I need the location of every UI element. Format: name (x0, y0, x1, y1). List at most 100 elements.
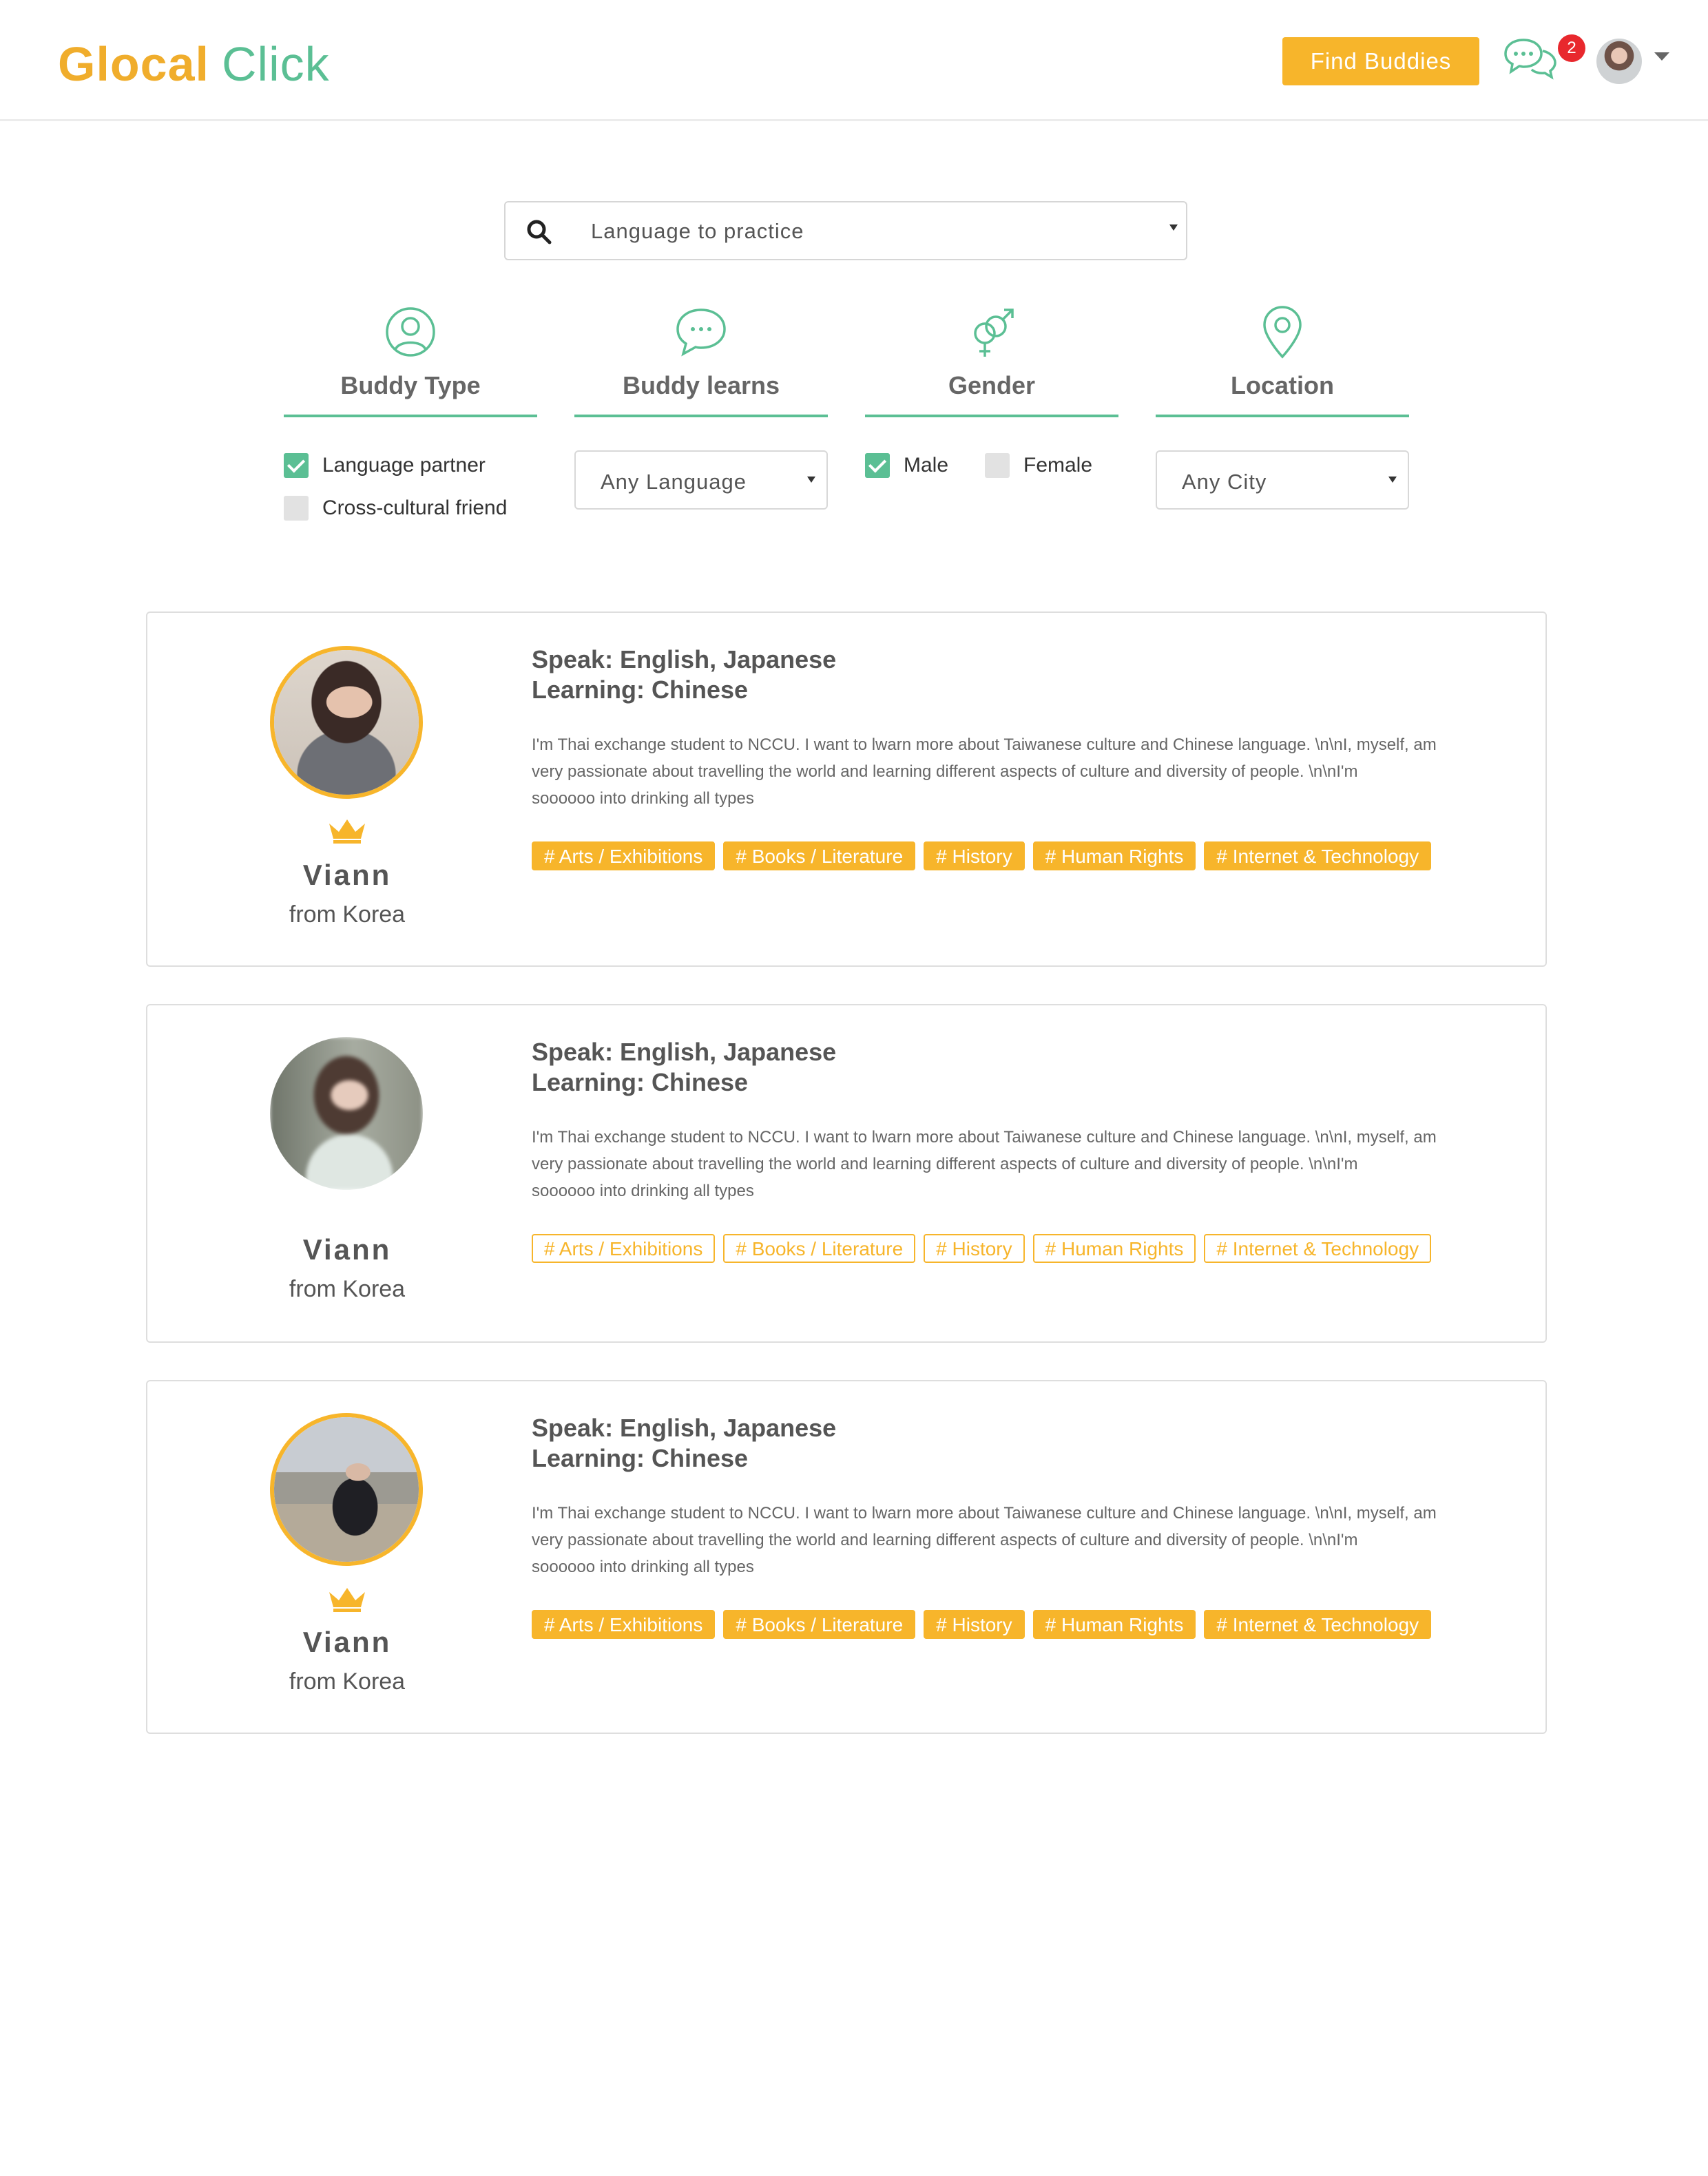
photo-image (274, 650, 419, 795)
buddy-origin: from Korea (289, 901, 406, 928)
crown-icon (329, 1588, 365, 1612)
filter-underline (284, 415, 537, 417)
location-select[interactable]: Any City (1156, 450, 1409, 510)
description-line: I'm Thai exchange student to NCCU. I wan… (532, 735, 1437, 754)
crown-icon (329, 819, 365, 844)
user-avatar[interactable] (1596, 39, 1642, 84)
interest-tag[interactable]: # Human Rights (1032, 1610, 1196, 1639)
filter-title: Buddy Type (340, 371, 481, 399)
interest-tags: # Arts / Exhibitions # Books / Literatur… (532, 841, 1432, 870)
location-pin-icon (1263, 306, 1302, 359)
photo-image (270, 1037, 423, 1190)
filter-buddy-learns: Buddy learns (574, 303, 828, 417)
description-line: soooooo into drinking all types (532, 789, 754, 808)
buddy-learning: Learning: Chinese (532, 1068, 749, 1096)
interest-tag[interactable]: # Arts / Exhibitions (532, 1610, 716, 1639)
buddy-name[interactable]: Viann (216, 1233, 478, 1267)
description-line: very passionate about travelling the wor… (532, 762, 1358, 781)
checkbox-label: Language partner (322, 454, 486, 477)
filter-title: Buddy learns (622, 371, 780, 399)
search-icon (527, 220, 552, 244)
checkbox-label: Male (904, 454, 949, 477)
logo-text-click: Click (221, 37, 330, 91)
checkbox-male[interactable]: Male (865, 453, 948, 478)
checkbox-checked[interactable] (284, 453, 309, 478)
photo-image (274, 1417, 419, 1562)
checkbox-female[interactable]: Female (985, 453, 1092, 478)
interest-tag[interactable]: # Human Rights (1032, 1234, 1196, 1263)
profile-photo[interactable] (270, 646, 423, 799)
description-line: soooooo into drinking all types (532, 1182, 754, 1200)
buddy-description: I'm Thai exchange student to NCCU. I wan… (532, 1500, 1510, 1580)
filter-title: Location (1231, 371, 1334, 399)
filter-location: Location (1156, 303, 1409, 417)
buddy-name[interactable]: Viann (216, 858, 478, 892)
select-value: Any Language (601, 470, 747, 494)
dropdown-arrow-icon (1169, 224, 1178, 231)
interest-tag[interactable]: # Books / Literature (723, 1610, 916, 1639)
checkbox-label: Cross-cultural friend (322, 496, 508, 519)
filter-underline (865, 415, 1118, 417)
interest-tags: # Arts / Exhibitions # Books / Literatur… (532, 1234, 1432, 1263)
description-line: very passionate about travelling the wor… (532, 1155, 1358, 1173)
logo-text-glocal: Glocal (58, 37, 209, 91)
buddy-card[interactable]: Viann from Korea Speak: English, Japanes… (146, 1004, 1547, 1343)
filter-underline (1156, 415, 1409, 417)
chat-bubbles-icon[interactable] (1503, 36, 1558, 80)
speech-bubble-icon (676, 308, 726, 357)
buddy-speaks: Speak: English, Japanese (532, 645, 837, 673)
description-line: very passionate about travelling the wor… (532, 1531, 1358, 1549)
gender-icon (974, 308, 1014, 357)
interest-tag[interactable]: # Human Rights (1032, 841, 1196, 870)
checkbox-label: Female (1023, 454, 1093, 477)
interest-tag[interactable]: # Internet & Technology (1204, 1234, 1432, 1263)
buddy-description: I'm Thai exchange student to NCCU. I wan… (532, 731, 1510, 812)
filter-buddy-type: Buddy Type (284, 303, 537, 417)
user-icon (386, 307, 435, 357)
interest-tag[interactable]: # History (924, 1610, 1025, 1639)
interest-tag[interactable]: # Internet & Technology (1204, 1610, 1432, 1639)
interest-tag[interactable]: # Arts / Exhibitions (532, 1234, 716, 1263)
buddy-card[interactable]: Viann from Korea Speak: English, Japanes… (146, 1380, 1547, 1734)
notification-count-badge: 2 (1558, 34, 1585, 62)
description-line: soooooo into drinking all types (532, 1558, 754, 1576)
find-buddies-button[interactable]: Find Buddies (1282, 37, 1479, 85)
chevron-down-icon[interactable] (1654, 52, 1669, 61)
interest-tag[interactable]: # Internet & Technology (1204, 841, 1432, 870)
description-line: I'm Thai exchange student to NCCU. I wan… (532, 1504, 1437, 1523)
profile-photo[interactable] (270, 1413, 423, 1566)
dropdown-arrow-icon (807, 477, 815, 483)
checkbox-language-partner[interactable]: Language partner (284, 453, 486, 478)
buddy-learns-select[interactable]: Any Language (574, 450, 828, 510)
buddy-learning: Learning: Chinese (532, 676, 749, 704)
buddy-origin: from Korea (289, 1276, 406, 1302)
interest-tag[interactable]: # Books / Literature (723, 1234, 916, 1263)
checkbox-unchecked[interactable] (284, 496, 309, 521)
top-navbar: Glocal Click Find Buddies 2 (0, 0, 1708, 121)
checkbox-cross-cultural-friend[interactable]: Cross-cultural friend (284, 496, 507, 521)
checkbox-unchecked[interactable] (985, 453, 1010, 478)
filter-title: Gender (948, 371, 1036, 399)
buddy-name[interactable]: Viann (216, 1625, 478, 1660)
filter-gender: Gender (865, 303, 1118, 417)
buddy-origin: from Korea (289, 1668, 406, 1695)
glocalclick-logo[interactable]: Glocal Click (58, 33, 330, 95)
interest-tags: # Arts / Exhibitions # Books / Literatur… (532, 1610, 1432, 1639)
buddy-card[interactable]: Viann from Korea Speak: English, Japanes… (146, 611, 1547, 967)
filter-underline (574, 415, 828, 417)
checkbox-checked[interactable] (865, 453, 890, 478)
description-line: I'm Thai exchange student to NCCU. I wan… (532, 1128, 1437, 1147)
buddy-speaks: Speak: English, Japanese (532, 1414, 837, 1442)
search-placeholder: Language to practice (591, 219, 804, 243)
buddy-description: I'm Thai exchange student to NCCU. I wan… (532, 1124, 1510, 1204)
interest-tag[interactable]: # History (924, 841, 1025, 870)
select-value: Any City (1182, 470, 1267, 494)
dropdown-arrow-icon (1388, 477, 1397, 483)
interest-tag[interactable]: # Books / Literature (723, 841, 916, 870)
interest-tag[interactable]: # History (924, 1234, 1025, 1263)
language-search-select[interactable]: Language to practice (504, 201, 1187, 260)
interest-tag[interactable]: # Arts / Exhibitions (532, 841, 716, 870)
buddy-speaks: Speak: English, Japanese (532, 1038, 837, 1066)
profile-photo[interactable] (270, 1037, 423, 1190)
buddy-learning: Learning: Chinese (532, 1444, 749, 1472)
